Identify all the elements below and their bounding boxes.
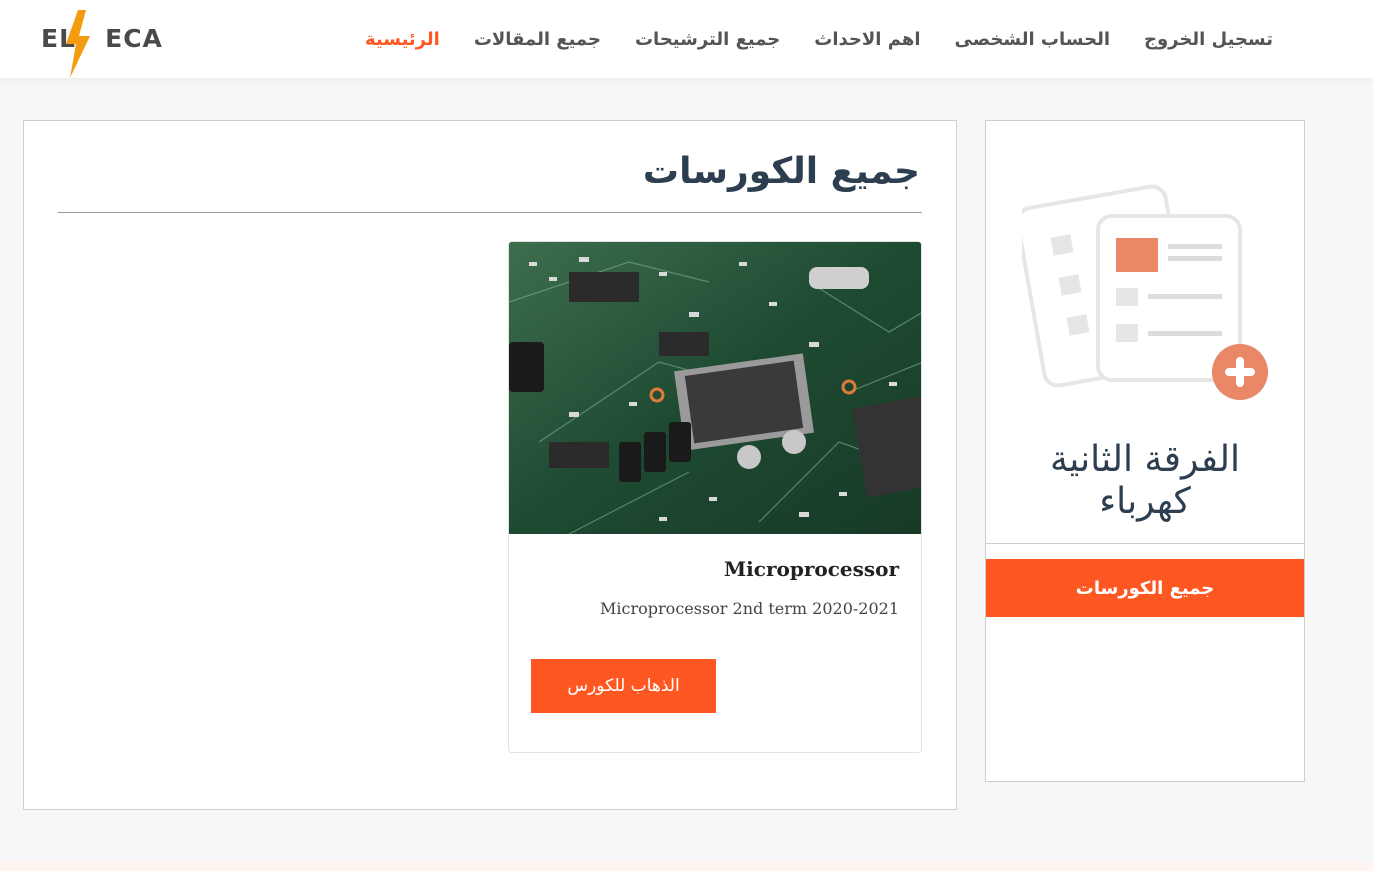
logo-text: EL ECA	[41, 24, 163, 53]
sidebar-divider	[986, 543, 1304, 544]
courses-panel: جميع الكورسات Microprocessor Microproces…	[23, 120, 957, 810]
lightning-bolt-icon	[66, 10, 90, 78]
level-title-line2: كهرباء	[1099, 481, 1191, 522]
level-title: الفرقة الثانية كهرباء	[986, 439, 1304, 523]
go-to-course-button[interactable]: الذهاب للكورس	[531, 659, 716, 713]
nav-item-recommendations[interactable]: جميع الترشيحات	[635, 29, 780, 50]
page-title: جميع الكورسات	[642, 151, 920, 192]
course-title: Microprocessor	[724, 557, 899, 581]
nav-item-profile[interactable]: الحساب الشخصى	[955, 29, 1111, 50]
course-card: Microprocessor Microprocessor 2nd term 2…	[508, 241, 922, 753]
nav-item-logout[interactable]: تسجيل الخروج	[1144, 29, 1273, 50]
site-logo[interactable]: EL ECA	[38, 10, 162, 78]
course-description: Microprocessor 2nd term 2020-2021	[600, 599, 899, 618]
add-document-icon	[1022, 184, 1268, 400]
main-nav: الرئيسية جميع المقالات جميع الترشيحات اه…	[365, 0, 1273, 78]
level-sidebar-card: الفرقة الثانية كهرباء جميع الكورسات	[985, 120, 1305, 782]
footer-strip	[0, 862, 1373, 871]
circuit-board-image[interactable]	[509, 242, 921, 534]
top-navbar: EL ECA الرئيسية جميع المقالات جميع الترش…	[0, 0, 1373, 78]
nav-item-events[interactable]: اهم الاحداث	[814, 29, 920, 50]
level-title-line1: الفرقة الثانية	[1050, 439, 1240, 480]
nav-item-home[interactable]: الرئيسية	[365, 29, 440, 50]
all-courses-button[interactable]: جميع الكورسات	[986, 559, 1304, 617]
nav-item-articles[interactable]: جميع المقالات	[474, 29, 601, 50]
title-divider	[58, 212, 922, 213]
